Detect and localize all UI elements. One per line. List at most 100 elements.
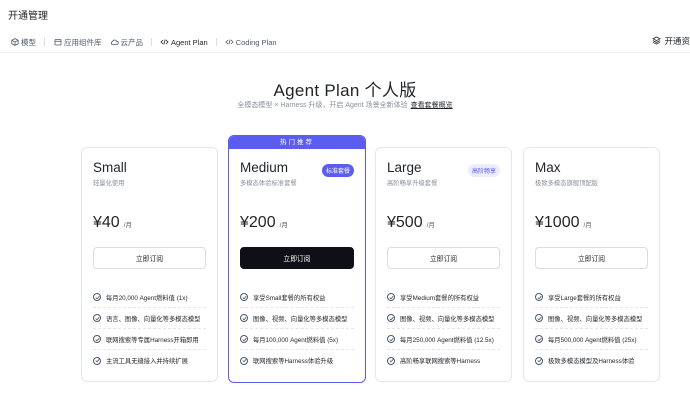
- plan-price: ¥500 /月: [387, 214, 500, 232]
- feature-list: 享受Large套餐的所有权益 图像、视频、向量化等多模态模型 每月500,000…: [535, 287, 648, 371]
- tab-coding-plan[interactable]: Coding Plan: [221, 33, 281, 51]
- feature-item: 语言、图像、向量化等多模态模型: [93, 308, 206, 329]
- check-circle-icon: [240, 293, 248, 301]
- feature-text: 享受Small套餐的所有权益: [253, 294, 326, 302]
- price-amount: ¥40: [93, 214, 120, 231]
- feature-item: 每月100,000 Agent燃料值 (5x): [240, 329, 354, 350]
- price-unit: /月: [583, 222, 592, 229]
- activation-resources-link[interactable]: 开通资: [652, 35, 690, 47]
- subscribe-button[interactable]: 立即订阅: [240, 247, 354, 269]
- check-circle-icon: [93, 335, 101, 343]
- tab-cloud-products[interactable]: 云产品: [106, 33, 148, 51]
- top-bar: 开通管理 模型 应用组件库 云产品 Agent Plan Coding Plan…: [0, 0, 690, 53]
- check-circle-icon: [93, 356, 101, 365]
- feature-item: 享受Large套餐的所有权益: [535, 287, 648, 308]
- check-circle-icon: [240, 314, 248, 322]
- feature-list: 享受Medium套餐的所有权益 图像、视频、向量化等多模态模型 每月250,00…: [387, 287, 500, 371]
- feature-text: 联网搜索等Harness体验升级: [253, 358, 334, 365]
- feature-text: 享受Medium套餐的所有权益: [400, 294, 480, 302]
- plan-description: 多模态体验标准套餐: [240, 180, 297, 187]
- feature-text: 每月20,000 Agent燃料值 (1x): [106, 294, 188, 302]
- calendar-icon: [53, 38, 62, 47]
- feature-text: 极致多模态模型及Harness体验: [548, 358, 635, 365]
- feature-text: 语言、图像、向量化等多模态模型: [106, 315, 201, 323]
- tab-label: Coding Plan: [235, 37, 277, 47]
- activation-resources-label: 开通资: [664, 36, 690, 46]
- feature-text: 图像、视频、向量化等多模态模型: [253, 315, 348, 323]
- feature-item: 极致多模态模型及Harness体验: [535, 350, 648, 371]
- tab-label: Agent Plan: [171, 37, 208, 47]
- feature-text: 每月250,000 Agent燃料值 (12.5x): [400, 336, 494, 344]
- tab-divider: [44, 38, 45, 46]
- check-circle-icon: [535, 293, 543, 301]
- price-unit: /月: [426, 222, 435, 229]
- check-circle-icon: [535, 356, 543, 365]
- feature-item: 每月250,000 Agent燃料值 (12.5x): [387, 329, 500, 350]
- layers-icon: [652, 36, 662, 47]
- plan-card-max: Max 极致多模态旗舰顶配版 ¥1000 /月 立即订阅 享受Large套餐的所…: [523, 147, 660, 382]
- page-title: 开通管理: [8, 11, 48, 22]
- feature-text: 图像、视频、向量化等多模态模型: [548, 315, 643, 323]
- plan-badge: 标准套餐: [321, 164, 354, 177]
- hero-subtitle-text: 全模态模型 × Harness 升级，开启 Agent 场景全新体验: [237, 102, 408, 109]
- tab-divider: [215, 38, 217, 46]
- plan-badge: 高阶畅享: [467, 164, 500, 177]
- subscribe-button[interactable]: 立即订阅: [387, 247, 500, 269]
- plan-description: 轻量化使用: [93, 180, 125, 187]
- plan-name: Small: [93, 160, 127, 175]
- tab-divider: [151, 38, 152, 46]
- plan-price: ¥1000 /月: [535, 214, 648, 232]
- check-circle-icon: [387, 335, 395, 343]
- feature-item: 联网搜索等Harness体验升级: [240, 350, 354, 371]
- header-divider: [0, 52, 690, 53]
- feature-item: 享受Small套餐的所有权益: [240, 287, 354, 308]
- check-circle-icon: [387, 314, 395, 322]
- tab-agent-plan[interactable]: Agent Plan: [156, 33, 212, 53]
- subscribe-button[interactable]: 立即订阅: [93, 247, 206, 269]
- tab-label: 云产品: [120, 37, 144, 47]
- tab-models[interactable]: 模型: [6, 33, 40, 51]
- feature-text: 每月500,000 Agent燃料值 (25x): [548, 336, 637, 344]
- check-circle-icon: [93, 314, 101, 322]
- check-circle-icon: [240, 356, 248, 365]
- subscribe-button[interactable]: 立即订阅: [535, 247, 648, 269]
- plan-card-large: Large 高阶畅享 高阶畅享升级套餐 ¥500 /月 立即订阅 享受Mediu…: [375, 147, 512, 382]
- feature-text: 享受Large套餐的所有权益: [548, 294, 621, 302]
- price-amount: ¥200: [240, 214, 276, 231]
- feature-item: 图像、视频、向量化等多模态模型: [387, 308, 500, 329]
- code-icon: [225, 38, 234, 47]
- feature-text: 联网搜索等专属Harness开箱即用: [106, 336, 199, 344]
- feature-text: 高阶畅享联网搜索等Harness: [400, 358, 481, 365]
- check-circle-icon: [535, 335, 543, 343]
- feature-item: 每月500,000 Agent燃料值 (25x): [535, 329, 648, 350]
- feature-item: 享受Medium套餐的所有权益: [387, 287, 500, 308]
- price-unit: /月: [123, 222, 133, 229]
- tab-label: 模型: [21, 37, 36, 47]
- popular-ribbon: 热门推荐: [229, 136, 365, 149]
- tab-component-library[interactable]: 应用组件库: [49, 33, 106, 51]
- check-circle-icon: [535, 314, 543, 322]
- plan-overview-link[interactable]: 查看套餐概览: [411, 102, 453, 109]
- feature-item: 高阶畅享联网搜索等Harness: [387, 350, 500, 371]
- price-amount: ¥1000: [535, 214, 580, 231]
- check-circle-icon: [93, 293, 101, 301]
- feature-item: 图像、视频、向量化等多模态模型: [535, 308, 648, 329]
- price-amount: ¥500: [387, 214, 423, 231]
- feature-text: 每月100,000 Agent燃料值 (5x): [253, 336, 339, 344]
- code-icon: [160, 38, 169, 47]
- check-circle-icon: [387, 356, 395, 365]
- plan-price: ¥40 /月: [93, 214, 206, 232]
- plan-description: 极致多模态旗舰顶配版: [535, 180, 598, 187]
- check-circle-icon: [240, 335, 248, 343]
- feature-list: 享受Small套餐的所有权益 图像、视频、向量化等多模态模型 每月100,000…: [240, 287, 354, 371]
- plan-price: ¥200 /月: [240, 214, 354, 232]
- plan-name: Max: [535, 160, 561, 175]
- feature-item: 主流工具无缝接入并持续扩展: [93, 350, 206, 371]
- cloud-icon: [110, 38, 119, 47]
- plan-description: 高阶畅享升级套餐: [387, 180, 438, 187]
- tab-label: 应用组件库: [64, 37, 102, 47]
- feature-item: 每月20,000 Agent燃料值 (1x): [93, 287, 206, 308]
- feature-item: 联网搜索等专属Harness开箱即用: [93, 329, 206, 350]
- feature-text: 图像、视频、向量化等多模态模型: [400, 315, 495, 323]
- hero-subtitle: 全模态模型 × Harness 升级，开启 Agent 场景全新体验 查看套餐概览: [0, 100, 690, 110]
